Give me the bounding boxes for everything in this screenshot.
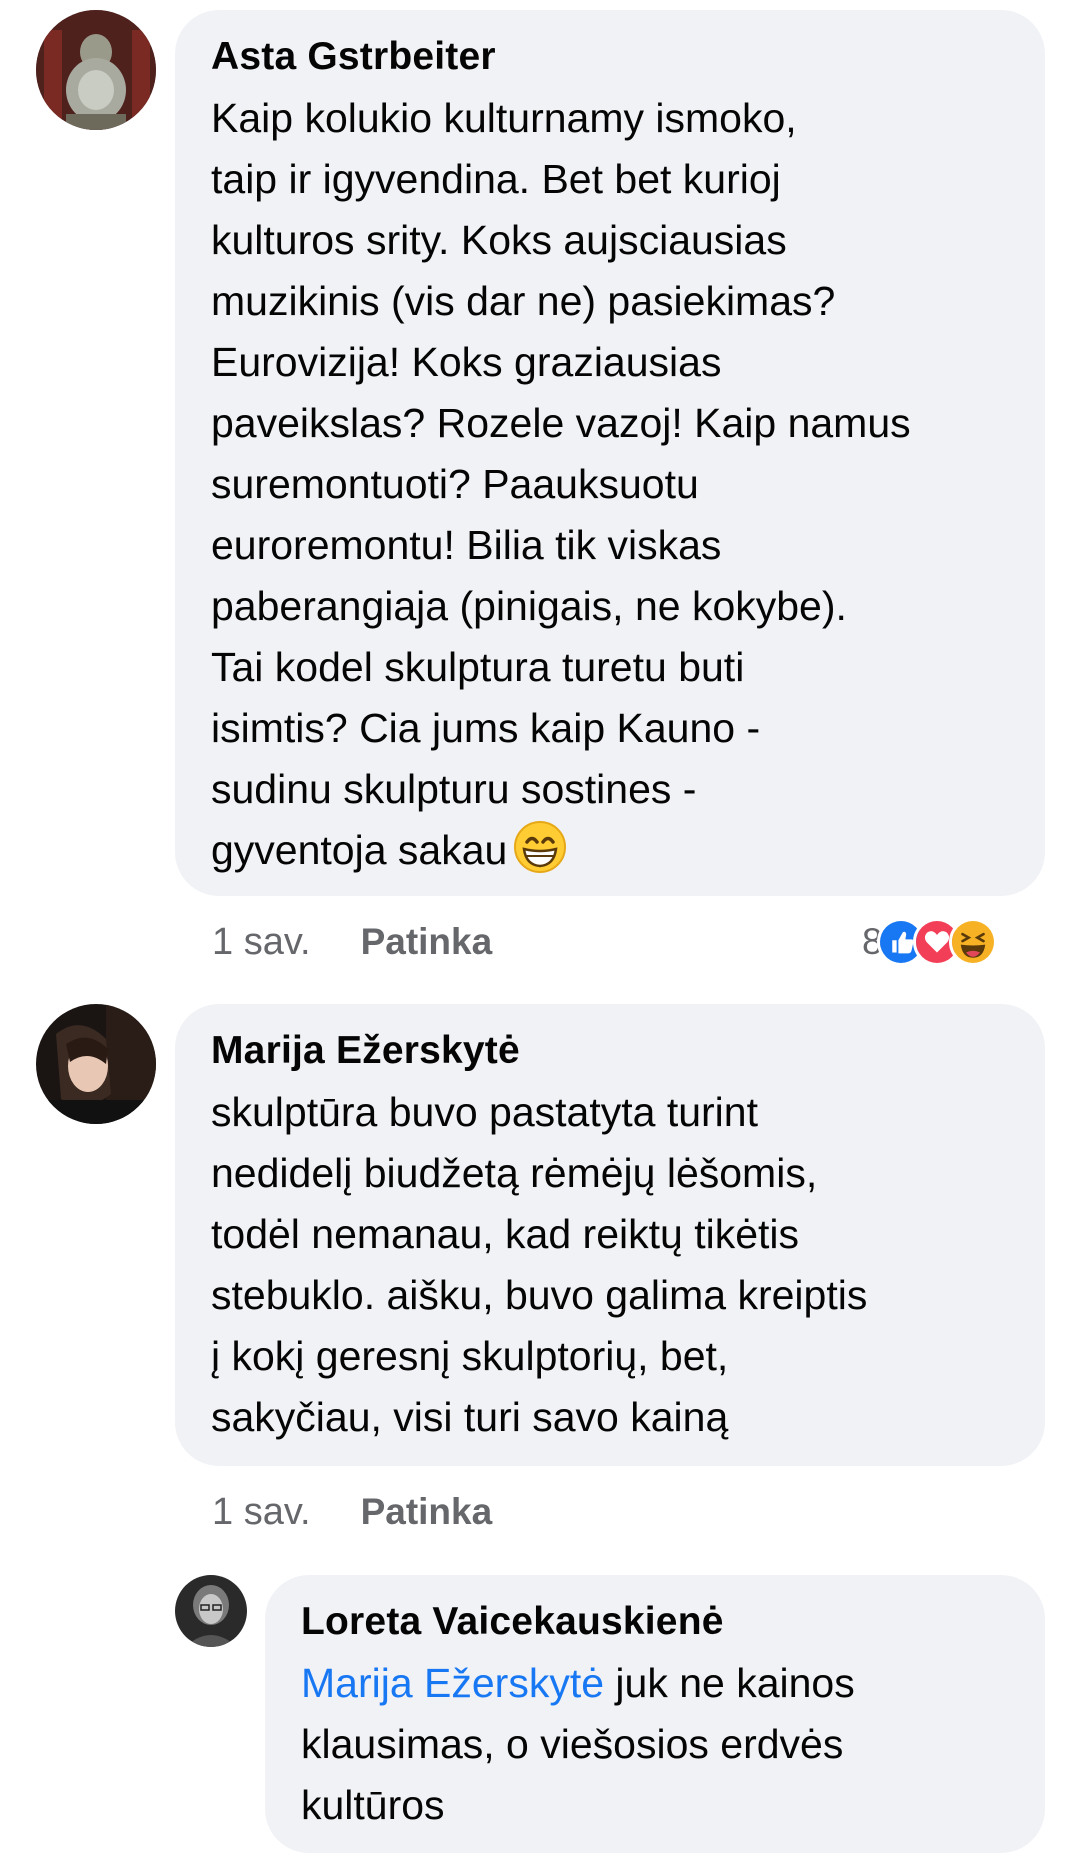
comment-time[interactable]: 1 sav. xyxy=(212,921,311,963)
avatar-loreta[interactable] xyxy=(175,1575,247,1647)
comment-author[interactable]: Asta Gstrbeiter xyxy=(211,34,1009,80)
reactions-summary[interactable]: 8 xyxy=(862,917,997,967)
like-button[interactable]: Patinka xyxy=(361,1491,493,1532)
haha-reaction-icon xyxy=(948,918,997,966)
grinning-face-emoji-icon xyxy=(513,820,567,874)
comment-text-line1: juk ne kainos xyxy=(604,1660,855,1706)
comment-text-content: Kaip kolukio kulturnamy ismoko, taip ir … xyxy=(211,95,911,873)
comment-author[interactable]: Loreta Vaicekauskienė xyxy=(301,1599,1009,1645)
comment-text: skulptūra buvo pastatyta turint nedidelį… xyxy=(211,1089,868,1440)
comment-meta: 1 sav. Patinka xyxy=(212,920,492,964)
mention-link[interactable]: Marija Ežerskytė xyxy=(301,1660,604,1706)
comment-bubble: Marija Ežerskytė skulptūra buvo pastatyt… xyxy=(175,1004,1045,1466)
comment-meta: 1 sav. Patinka xyxy=(212,1490,492,1534)
avatar-asta[interactable] xyxy=(36,10,156,130)
comment-text: Kaip kolukio kulturnamy ismoko, taip ir … xyxy=(211,88,1009,881)
comment-bubble: Asta Gstrbeiter Kaip kolukio kulturnamy … xyxy=(175,10,1045,896)
like-button[interactable]: Patinka xyxy=(361,921,493,962)
comment-text: Marija Ežerskytė juk ne kainos klausimas… xyxy=(301,1653,1009,1836)
comment-time[interactable]: 1 sav. xyxy=(212,1491,311,1533)
reply-bubble: Loreta Vaicekauskienė Marija Ežerskytė j… xyxy=(265,1575,1045,1853)
comment-author[interactable]: Marija Ežerskytė xyxy=(211,1028,1009,1074)
avatar-marija[interactable] xyxy=(36,1004,156,1124)
comment-text-rest: klausimas, o viešosios erdvės kultūros xyxy=(301,1721,844,1828)
